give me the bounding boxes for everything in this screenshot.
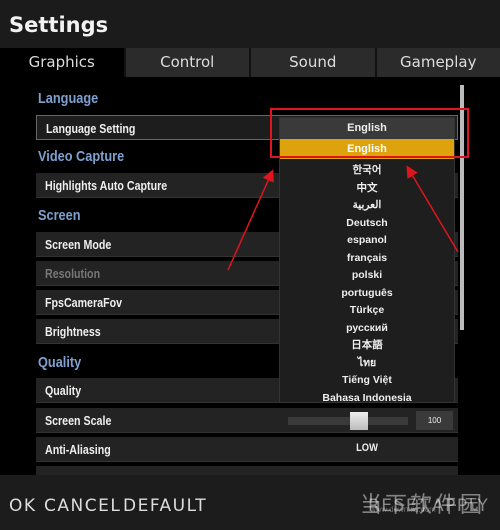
footer-bar: OK CANCEL DEFAULT RESET APPLY 当下软件园 www.… [0,475,500,530]
arrow-right [406,165,459,253]
ok-button[interactable]: OK [9,496,37,516]
watermark-url: www.downxia.com [370,505,436,514]
watermark-text: 当下软件园 [360,492,486,517]
annotation-arrows [227,165,459,271]
cancel-button[interactable]: CANCEL [44,496,121,516]
default-button[interactable]: DEFAULT [123,496,207,516]
arrow-left [227,169,274,271]
